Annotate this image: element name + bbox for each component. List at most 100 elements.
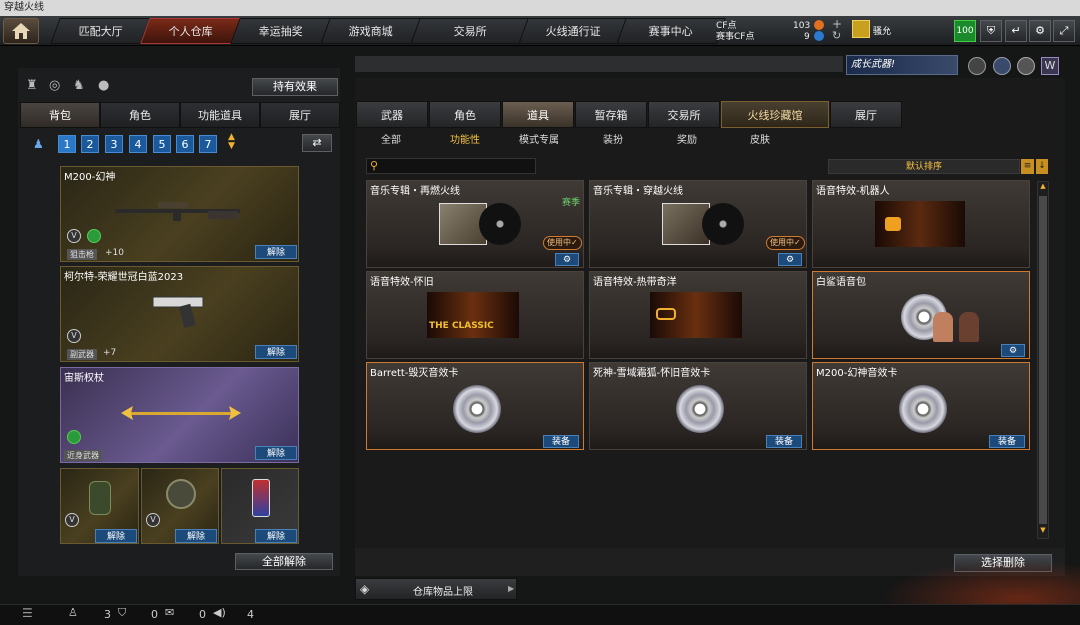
item-card[interactable]: 死神-雪域霜狐-怀旧音效卡 装备 bbox=[589, 362, 807, 450]
voice-effect-image bbox=[650, 292, 742, 338]
scrollbar[interactable]: ▲ ▼ bbox=[1037, 181, 1049, 539]
left-tab-showroom[interactable]: 展厅 bbox=[260, 102, 340, 128]
return-icon[interactable]: ↵ bbox=[1005, 20, 1027, 42]
item-card[interactable]: 音乐专辑・再燃火线 赛季 使用中✓ ⚙ bbox=[366, 180, 584, 268]
level-badge[interactable]: 100 bbox=[954, 20, 976, 42]
settings-button[interactable]: ⚙ bbox=[1001, 344, 1025, 357]
page-3[interactable]: 3 bbox=[105, 135, 123, 153]
right-tab-showroom[interactable]: 展厅 bbox=[830, 101, 902, 128]
w-logo-icon[interactable]: W bbox=[1041, 57, 1059, 75]
sound-card-disc-image bbox=[453, 385, 501, 433]
ranking-icon[interactable]: ♜ bbox=[26, 78, 38, 93]
unequip-button[interactable]: 解除 bbox=[95, 529, 137, 543]
subtab-skin[interactable]: 皮肤 bbox=[737, 133, 783, 149]
item-card[interactable]: 音乐专辑・穿越火线 使用中✓ ⚙ bbox=[589, 180, 807, 268]
players-icon[interactable]: ♙ bbox=[68, 606, 78, 619]
left-tab-backpack[interactable]: 背包 bbox=[20, 102, 100, 128]
nav-tab-match-hall[interactable]: 匹配大厅 bbox=[50, 18, 152, 44]
grenade-icon[interactable]: ● bbox=[98, 78, 109, 93]
home-button[interactable] bbox=[3, 18, 39, 44]
settings-button[interactable]: ⚙ bbox=[778, 253, 802, 266]
item-card[interactable]: Barrett-毁灭音效卡 装备 bbox=[366, 362, 584, 450]
chat-icon[interactable]: ✉ bbox=[165, 606, 174, 619]
right-tab-storage[interactable]: 暂存箱 bbox=[575, 101, 647, 128]
nav-tab-pass[interactable]: 火线通行证 bbox=[518, 18, 628, 44]
subtab-all[interactable]: 全部 bbox=[368, 133, 414, 149]
card-title: 音乐专辑・穿越火线 bbox=[593, 186, 683, 197]
grenade-slot-2[interactable]: V 解除 bbox=[141, 468, 219, 544]
page-4[interactable]: 4 bbox=[129, 135, 147, 153]
volume-icon[interactable]: ◀) bbox=[213, 606, 226, 619]
unequip-button[interactable]: 解除 bbox=[175, 529, 217, 543]
spin-icon[interactable] bbox=[1017, 57, 1035, 75]
left-tab-character[interactable]: 角色 bbox=[100, 102, 180, 128]
page-2[interactable]: 2 bbox=[81, 135, 99, 153]
right-tab-weapon[interactable]: 武器 bbox=[356, 101, 428, 128]
right-tab-items[interactable]: 道具 bbox=[502, 101, 574, 128]
nav-tab-events[interactable]: 赛事中心 bbox=[616, 18, 726, 44]
list-icon[interactable]: ≡ bbox=[1021, 159, 1034, 174]
effect-button[interactable]: 持有效果 bbox=[252, 78, 338, 96]
unequip-button[interactable]: 解除 bbox=[255, 529, 297, 543]
menu-icon[interactable]: ☰ bbox=[22, 606, 33, 620]
sort-dropdown[interactable]: 默认排序 bbox=[828, 159, 1020, 174]
growth-weapon-banner[interactable]: 成长武器! bbox=[846, 55, 958, 75]
swap-icon[interactable]: ⇄ bbox=[302, 134, 332, 152]
page-7[interactable]: 7 bbox=[199, 135, 217, 153]
unequip-button[interactable]: 解除 bbox=[255, 245, 297, 259]
left-tab-items[interactable]: 功能道具 bbox=[180, 102, 260, 128]
gear-icon[interactable]: ⚙ bbox=[1029, 20, 1051, 42]
grenade-slot-3[interactable]: 解除 bbox=[221, 468, 299, 544]
sort-order-icon[interactable]: ↓ bbox=[1036, 159, 1048, 174]
nav-tab-shop[interactable]: 游戏商城 bbox=[320, 18, 422, 44]
subtab-reward[interactable]: 奖励 bbox=[664, 133, 710, 149]
nav-tab-exchange[interactable]: 交易所 bbox=[410, 18, 530, 44]
capacity-bar[interactable]: ◈ 仓库物品上限 ▶ bbox=[355, 578, 517, 600]
release-all-button[interactable]: 全部解除 bbox=[235, 553, 333, 570]
search-input[interactable]: ⚲ bbox=[366, 158, 536, 174]
equip-button[interactable]: 装备 bbox=[989, 435, 1025, 448]
weapon-slot-secondary[interactable]: 柯尔特-荣耀世冠白蓝2023 V 副武器 +7 解除 bbox=[60, 266, 299, 362]
item-card[interactable]: M200-幻神音效卡 装备 bbox=[812, 362, 1030, 450]
weapon-slot-primary[interactable]: M200-幻神 V 狙击枪 +10 解除 bbox=[60, 166, 299, 262]
subtab-dress[interactable]: 装扮 bbox=[590, 133, 636, 149]
item-card[interactable]: 语音特效-怀旧 THE CLASSIC bbox=[366, 271, 584, 359]
unequip-button[interactable]: 解除 bbox=[255, 345, 297, 359]
shield-icon[interactable]: ⛨ bbox=[980, 20, 1002, 42]
refresh-icon[interactable]: ↻ bbox=[832, 29, 841, 42]
target-icon[interactable]: ◎ bbox=[49, 78, 60, 93]
scroll-thumb[interactable] bbox=[1039, 196, 1047, 524]
scroll-up-icon[interactable]: ▲ bbox=[1038, 182, 1048, 192]
v-badge-icon: V bbox=[65, 513, 79, 527]
right-tab-collection[interactable]: 火线珍藏馆 bbox=[721, 101, 829, 128]
right-tab-exchange[interactable]: 交易所 bbox=[648, 101, 720, 128]
scroll-down-icon[interactable]: ▼ bbox=[1038, 526, 1048, 536]
weapon-slot-melee[interactable]: 宙斯权杖 近身武器 解除 bbox=[60, 367, 299, 463]
item-card[interactable]: 语音特效-热带奇洋 bbox=[589, 271, 807, 359]
item-card[interactable]: 语音特效-机器人 bbox=[812, 180, 1030, 268]
globe-icon[interactable] bbox=[993, 57, 1011, 75]
unequip-button[interactable]: 解除 bbox=[255, 446, 297, 460]
equip-button[interactable]: 装备 bbox=[766, 435, 802, 448]
grenade-slot-1[interactable]: V 解除 bbox=[60, 468, 139, 544]
page-1[interactable]: 1 bbox=[58, 135, 76, 153]
page-stepper[interactable]: ▲ ▼ bbox=[228, 133, 235, 151]
settings-button[interactable]: ⚙ bbox=[555, 253, 579, 266]
page-5[interactable]: 5 bbox=[153, 135, 171, 153]
item-card[interactable]: 白鲨语音包 ⚙ bbox=[812, 271, 1030, 359]
robot-icon bbox=[885, 217, 901, 231]
avatar[interactable] bbox=[852, 20, 870, 38]
shield-status-icon[interactable]: ⛉ bbox=[118, 606, 126, 620]
team-icon[interactable]: ♟ bbox=[33, 137, 44, 151]
nav-tab-lucky-draw[interactable]: 幸运抽奖 bbox=[230, 18, 332, 44]
subtab-functional[interactable]: 功能性 bbox=[440, 133, 490, 149]
nav-tab-warehouse[interactable]: 个人仓库 bbox=[140, 18, 242, 44]
right-tab-character[interactable]: 角色 bbox=[429, 101, 501, 128]
badge-v-icon[interactable] bbox=[968, 57, 986, 75]
character-icon[interactable]: ♞ bbox=[73, 78, 85, 93]
fullscreen-icon[interactable]: ⤢ bbox=[1053, 20, 1075, 42]
equip-button[interactable]: 装备 bbox=[543, 435, 579, 448]
subtab-mode[interactable]: 模式专属 bbox=[510, 133, 568, 149]
page-6[interactable]: 6 bbox=[176, 135, 194, 153]
expand-icon: ▶ bbox=[508, 584, 515, 593]
